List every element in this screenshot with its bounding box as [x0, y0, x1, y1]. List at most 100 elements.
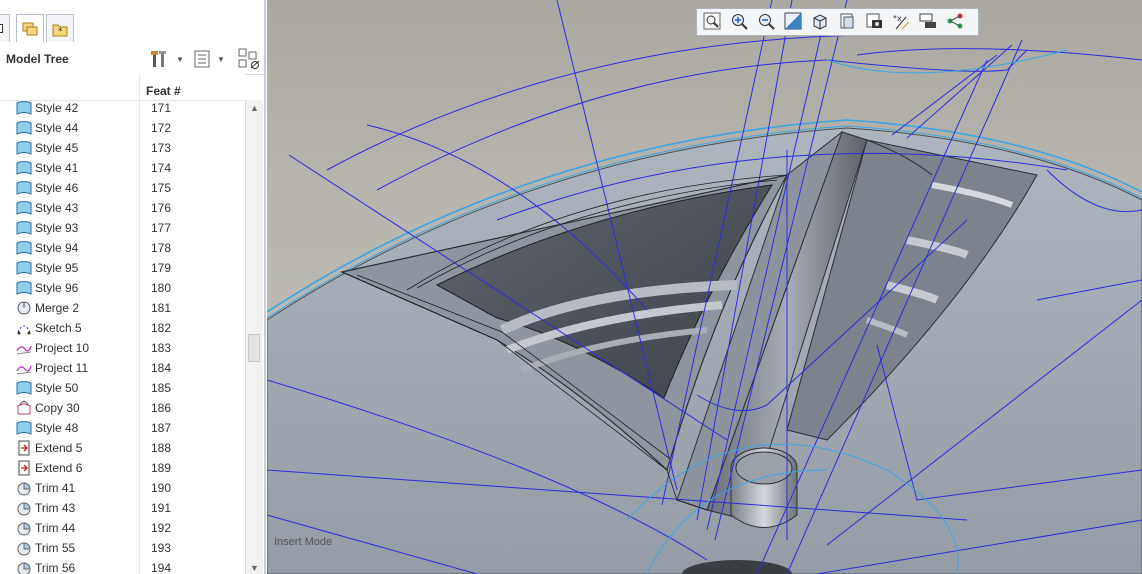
merge-icon: [16, 300, 32, 316]
favorites-tab[interactable]: *: [46, 14, 74, 42]
repaint-button[interactable]: [782, 11, 804, 33]
zoom-out-icon: [757, 12, 775, 33]
feature-number: 192: [151, 521, 172, 535]
tree-row[interactable]: Extend 6 189: [0, 458, 245, 478]
spin-center-icon: [946, 12, 964, 33]
tree-row[interactable]: Style 96 180: [0, 278, 245, 298]
feature-number: 186: [151, 401, 172, 415]
tree-row[interactable]: Extend 5 188: [0, 438, 245, 458]
model-tree-list: Style 42 171 Style 44 172 Style 45 173 Style 4…: [0, 100, 245, 574]
feature-number: 178: [151, 241, 172, 255]
feature-name: Style 41: [35, 161, 79, 175]
tree-row[interactable]: Style 45 173: [0, 138, 245, 158]
style-surface-icon: [16, 160, 32, 176]
saved-views-button[interactable]: [836, 11, 858, 33]
display-style-button[interactable]: [809, 11, 831, 33]
annotation-display-button[interactable]: [917, 11, 939, 33]
style-surface-icon: [16, 120, 32, 136]
zoom-out-button[interactable]: [755, 11, 777, 33]
feature-name: Trim 41: [35, 481, 76, 495]
tree-tab-icon: [0, 24, 3, 33]
view-manager-icon: [865, 12, 883, 33]
chevron-down-icon: ▼: [176, 54, 184, 64]
feature-name: Style 96: [35, 281, 79, 295]
feature-number: 181: [151, 301, 172, 315]
tree-row[interactable]: Trim 44 192: [0, 518, 245, 538]
scroll-down-arrow[interactable]: ▼: [246, 562, 263, 574]
feature-number: 184: [151, 361, 172, 375]
tree-row[interactable]: Style 42 171: [0, 100, 245, 118]
tree-row[interactable]: Trim 55 193: [0, 538, 245, 558]
show-filter-button[interactable]: ▼: [193, 48, 225, 70]
tree-row[interactable]: Style 46 175: [0, 178, 245, 198]
scroll-up-arrow[interactable]: ▲: [246, 100, 263, 116]
feature-number: 175: [151, 181, 172, 195]
svg-text:*x: *x: [893, 14, 902, 23]
feature-name: Extend 6: [35, 461, 83, 475]
tools-icon: [151, 51, 166, 67]
tree-row[interactable]: Trim 41 190: [0, 478, 245, 498]
tree-row[interactable]: Sketch 5 182: [0, 318, 245, 338]
feature-name: Style 46: [35, 181, 79, 195]
style-surface-icon: [16, 200, 32, 216]
trim-icon: [16, 520, 32, 536]
datum-display-button[interactable]: *x: [890, 11, 912, 33]
feature-name: Copy 30: [35, 401, 80, 415]
feature-name: Trim 56: [35, 561, 76, 574]
annotation-display-icon: [919, 12, 937, 33]
tree-row[interactable]: Trim 56 194: [0, 558, 245, 574]
layers-icon: [22, 22, 38, 35]
datum-display-icon: *x: [892, 12, 910, 33]
columns-toggle-button[interactable]: [238, 48, 260, 70]
tree-row[interactable]: Copy 30 186: [0, 398, 245, 418]
feature-name: Sketch 5: [35, 321, 82, 335]
feature-number: 189: [151, 461, 172, 475]
tree-row[interactable]: Style 93 177: [0, 218, 245, 238]
layers-tab[interactable]: [16, 14, 44, 42]
refit-button[interactable]: [701, 11, 723, 33]
feature-number: 173: [151, 141, 172, 155]
model-tree-tab[interactable]: [0, 14, 10, 42]
feature-number: 176: [151, 201, 172, 215]
feature-name: Merge 2: [35, 301, 80, 315]
feature-number: 194: [151, 561, 172, 574]
feature-number: 174: [151, 161, 172, 175]
feature-number: 180: [151, 281, 172, 295]
spin-center-button[interactable]: [944, 11, 966, 33]
feat-number-column-header[interactable]: Feat #: [146, 84, 181, 98]
tree-row[interactable]: Project 10 183: [0, 338, 245, 358]
list-icon: [194, 50, 210, 68]
zoom-in-icon: [730, 12, 748, 33]
saved-views-icon: [838, 12, 856, 33]
tree-row[interactable]: Style 48 187: [0, 418, 245, 438]
tree-row[interactable]: Style 50 185: [0, 378, 245, 398]
style-surface-icon: [16, 280, 32, 296]
tree-row[interactable]: Merge 2 181: [0, 298, 245, 318]
feature-name: Style 42: [35, 101, 79, 115]
view-manager-button[interactable]: [863, 11, 885, 33]
trim-icon: [16, 560, 32, 574]
repaint-icon: [784, 12, 802, 33]
tree-row[interactable]: Project 11 184: [0, 358, 245, 378]
tree-scrollbar[interactable]: ▲ ▼: [245, 100, 263, 574]
feature-number: 188: [151, 441, 172, 455]
scroll-thumb[interactable]: [248, 334, 260, 362]
navigator-tabstrip: *: [0, 0, 266, 45]
zoom-in-button[interactable]: [728, 11, 750, 33]
feature-number: 183: [151, 341, 172, 355]
panel-splitter[interactable]: [264, 0, 266, 574]
feature-name: Extend 5: [35, 441, 83, 455]
tree-settings-button[interactable]: ▼: [150, 48, 184, 70]
tree-row[interactable]: Style 43 176: [0, 198, 245, 218]
style-surface-icon: [16, 140, 32, 156]
graphics-viewport[interactable]: *x Insert Mode: [267, 0, 1142, 574]
style-surface-icon: [16, 420, 32, 436]
folder-star-icon: *: [52, 24, 68, 37]
tree-row[interactable]: Style 94 178: [0, 238, 245, 258]
tree-row[interactable]: Trim 43 191: [0, 498, 245, 518]
feature-number: 177: [151, 221, 172, 235]
tree-row[interactable]: Style 44 172: [0, 118, 245, 138]
tree-row[interactable]: Style 41 174: [0, 158, 245, 178]
tree-row[interactable]: Style 95 179: [0, 258, 245, 278]
feature-name: Style 94: [35, 241, 79, 255]
